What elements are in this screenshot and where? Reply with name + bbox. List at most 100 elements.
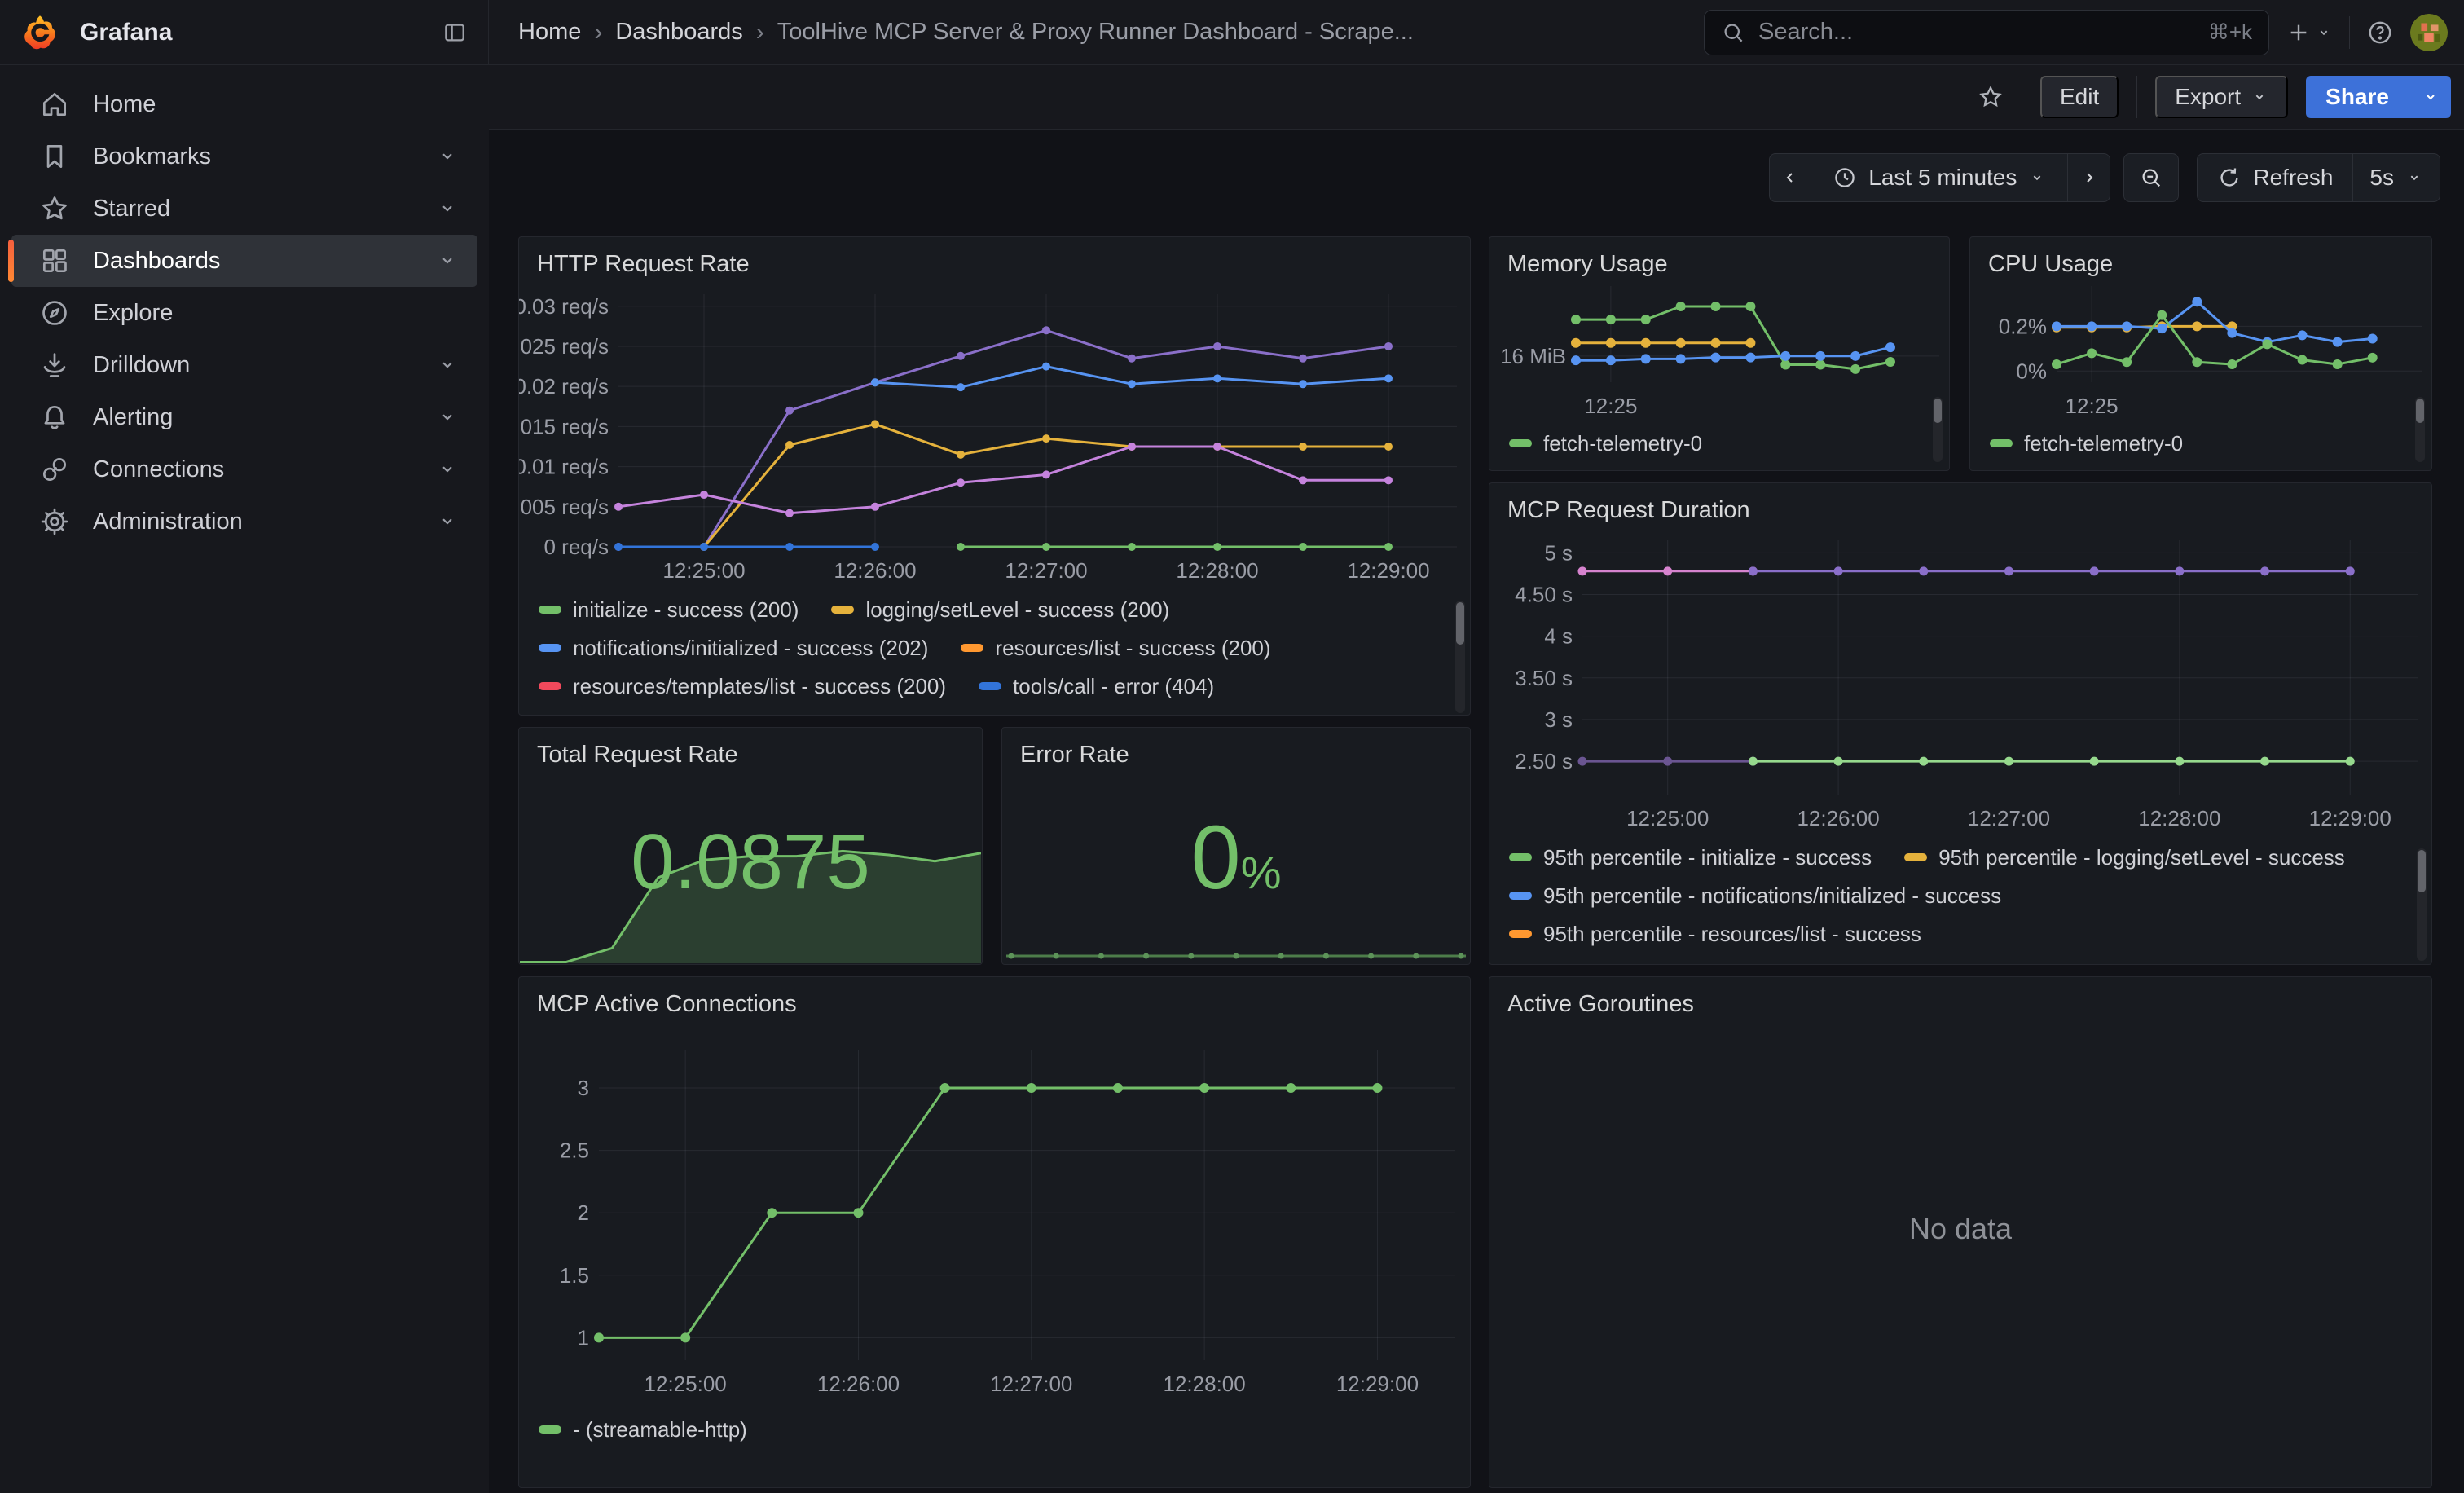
legend-item[interactable]: resources/list - success (200) bbox=[961, 636, 1270, 661]
legend-item[interactable]: unknown - success (200) bbox=[1133, 712, 1402, 716]
sidebar-item-dashboards[interactable]: Dashboards bbox=[11, 235, 477, 287]
share-button[interactable]: Share bbox=[2306, 76, 2409, 118]
chevron-down-icon[interactable] bbox=[437, 511, 458, 532]
time-shift-forward-button[interactable] bbox=[2068, 153, 2110, 202]
svg-text:0.025 req/s: 0.025 req/s bbox=[519, 334, 609, 359]
star-icon bbox=[39, 193, 72, 224]
error-rate-value: 0% bbox=[1002, 806, 1470, 909]
sidebar-item-administration[interactable]: Administration bbox=[11, 495, 477, 548]
sidebar-toggle-icon[interactable] bbox=[441, 20, 469, 46]
memory-usage-chart[interactable]: 12:2516 MiB bbox=[1489, 275, 1949, 421]
edit-button[interactable]: Edit bbox=[2040, 76, 2119, 118]
sidebar-item-label: Dashboards bbox=[93, 248, 220, 275]
error-rate-number: 0 bbox=[1191, 808, 1241, 908]
svg-text:1.5: 1.5 bbox=[560, 1263, 589, 1288]
legend-swatch bbox=[539, 682, 561, 690]
legend-scrollbar[interactable] bbox=[2415, 397, 2425, 462]
top-nav: Grafana Home › Dashboards › ToolHive MCP… bbox=[0, 0, 2464, 65]
legend-label: fetch-telemetry-0 bbox=[2024, 431, 2183, 456]
help-button[interactable] bbox=[2366, 19, 2394, 46]
legend-label: 95th percentile - resources/templates/li… bbox=[1543, 960, 2019, 965]
no-data-message: No data bbox=[1489, 1212, 2431, 1246]
sidebar-item-connections[interactable]: Connections bbox=[11, 443, 477, 495]
legend-item[interactable]: - (streamable-http) bbox=[539, 1417, 747, 1442]
svg-text:2.5: 2.5 bbox=[560, 1138, 589, 1163]
legend-item[interactable]: fetch-telemetry-0 bbox=[1509, 431, 1702, 456]
legend-item[interactable]: 95th percentile - resources/templates/li… bbox=[1509, 960, 2019, 965]
sidebar-item-home[interactable]: Home bbox=[11, 78, 477, 130]
mcp-active-connections-chart[interactable]: 12:25:0012:26:0012:27:0012:28:0012:29:00… bbox=[519, 1002, 1470, 1409]
chevron-down-icon[interactable] bbox=[437, 250, 458, 271]
breadcrumb-dashboards[interactable]: Dashboards bbox=[615, 19, 742, 46]
legend-label: logging/setLevel - success (200) bbox=[865, 597, 1169, 623]
svg-text:3: 3 bbox=[578, 1076, 589, 1100]
refresh-interval-picker[interactable]: 5s bbox=[2353, 153, 2440, 202]
legend-item[interactable]: 95th percentile - initialize - success bbox=[1509, 845, 1872, 870]
legend-item[interactable]: tools/call - error (404) bbox=[979, 674, 1214, 699]
legend-scrollbar[interactable] bbox=[1933, 397, 1943, 462]
chevron-down-icon[interactable] bbox=[437, 146, 458, 167]
add-new-button[interactable] bbox=[2286, 20, 2333, 46]
star-dashboard-button[interactable] bbox=[1978, 84, 2004, 110]
avatar[interactable] bbox=[2410, 14, 2448, 51]
sidebar-item-bookmarks[interactable]: Bookmarks bbox=[11, 130, 477, 183]
svg-text:0.03 req/s: 0.03 req/s bbox=[519, 294, 609, 319]
legend-item[interactable]: fetch-telemetry-0 bbox=[1990, 431, 2183, 456]
sidebar-item-starred[interactable]: Starred bbox=[11, 183, 477, 235]
svg-text:4 s: 4 s bbox=[1544, 624, 1573, 649]
sidebar-item-label: Administration bbox=[93, 509, 243, 535]
legend-item[interactable]: logging/setLevel - success (200) bbox=[831, 597, 1169, 623]
svg-text:0.01 req/s: 0.01 req/s bbox=[519, 455, 609, 479]
search-input[interactable]: Search... ⌘+k bbox=[1704, 10, 2269, 55]
svg-text:0 req/s: 0 req/s bbox=[544, 535, 609, 559]
memory-legend: fetch-telemetry-0 bbox=[1509, 431, 1900, 464]
refresh-button[interactable]: Refresh bbox=[2197, 153, 2353, 202]
mcp-request-duration-chart[interactable]: 12:25:0012:26:0012:27:0012:28:0012:29:00… bbox=[1489, 524, 2431, 839]
svg-text:4.50 s: 4.50 s bbox=[1515, 582, 1573, 606]
link-icon bbox=[39, 454, 72, 485]
legend-item[interactable]: tools/call - success (200) bbox=[539, 712, 806, 716]
http-request-rate-chart[interactable]: 12:25:0012:26:0012:27:0012:28:0012:29:00… bbox=[519, 280, 1470, 591]
legend-item[interactable]: 95th percentile - notifications/initiali… bbox=[1509, 883, 2001, 909]
legend-item[interactable]: notifications/initialized - success (202… bbox=[539, 636, 928, 661]
svg-text:3 s: 3 s bbox=[1544, 707, 1573, 732]
panel-mcp-active-connections: MCP Active Connections 12:25:0012:26:001… bbox=[518, 976, 1471, 1488]
legend-scrollbar[interactable] bbox=[1455, 601, 1465, 713]
panel-title: Total Request Rate bbox=[519, 728, 982, 769]
legend-item[interactable]: tools/list - success (200) bbox=[838, 712, 1100, 716]
time-range-group: Last 5 minutes bbox=[1769, 153, 2110, 202]
chevron-down-icon[interactable] bbox=[437, 198, 458, 219]
svg-text:12:25: 12:25 bbox=[1584, 394, 1637, 418]
svg-text:12:27:00: 12:27:00 bbox=[1005, 558, 1087, 583]
share-menu-button[interactable] bbox=[2409, 76, 2451, 118]
svg-text:2.50 s: 2.50 s bbox=[1515, 749, 1573, 773]
chevron-down-icon[interactable] bbox=[437, 407, 458, 428]
sidebar-item-explore[interactable]: Explore bbox=[11, 287, 477, 339]
legend-item[interactable]: resources/templates/list - success (200) bbox=[539, 674, 946, 699]
compass-icon bbox=[39, 297, 72, 328]
sidebar-item-label: Home bbox=[93, 91, 156, 118]
cpu-usage-chart[interactable]: 12:250.2%0% bbox=[1970, 275, 2431, 421]
svg-text:12:29:00: 12:29:00 bbox=[1347, 558, 1429, 583]
time-shift-back-button[interactable] bbox=[1769, 153, 1811, 202]
bell-icon bbox=[39, 402, 72, 433]
export-button[interactable]: Export bbox=[2155, 76, 2288, 118]
chevron-down-icon[interactable] bbox=[437, 355, 458, 376]
home-icon bbox=[39, 89, 72, 120]
legend-item[interactable]: 95th percentile - resources/list - succe… bbox=[1509, 922, 1921, 947]
legend-scrollbar[interactable] bbox=[2417, 848, 2427, 961]
grafana-logo[interactable] bbox=[21, 14, 59, 51]
sidebar-item-drilldown[interactable]: Drilldown bbox=[11, 339, 477, 391]
legend-swatch bbox=[539, 1425, 561, 1434]
refresh-icon bbox=[2217, 165, 2242, 190]
chevron-right-icon bbox=[2079, 168, 2099, 187]
sidebar-item-alerting[interactable]: Alerting bbox=[11, 391, 477, 443]
time-range-picker[interactable]: Last 5 minutes bbox=[1811, 153, 2068, 202]
zoom-out-button[interactable] bbox=[2123, 153, 2179, 202]
legend-label: initialize - success (200) bbox=[573, 597, 799, 623]
breadcrumb-home[interactable]: Home bbox=[518, 19, 581, 46]
legend-item[interactable]: initialize - success (200) bbox=[539, 597, 799, 623]
chevron-down-icon[interactable] bbox=[437, 459, 458, 480]
svg-text:3.50 s: 3.50 s bbox=[1515, 666, 1573, 690]
legend-item[interactable]: 95th percentile - logging/setLevel - suc… bbox=[1904, 845, 2345, 870]
